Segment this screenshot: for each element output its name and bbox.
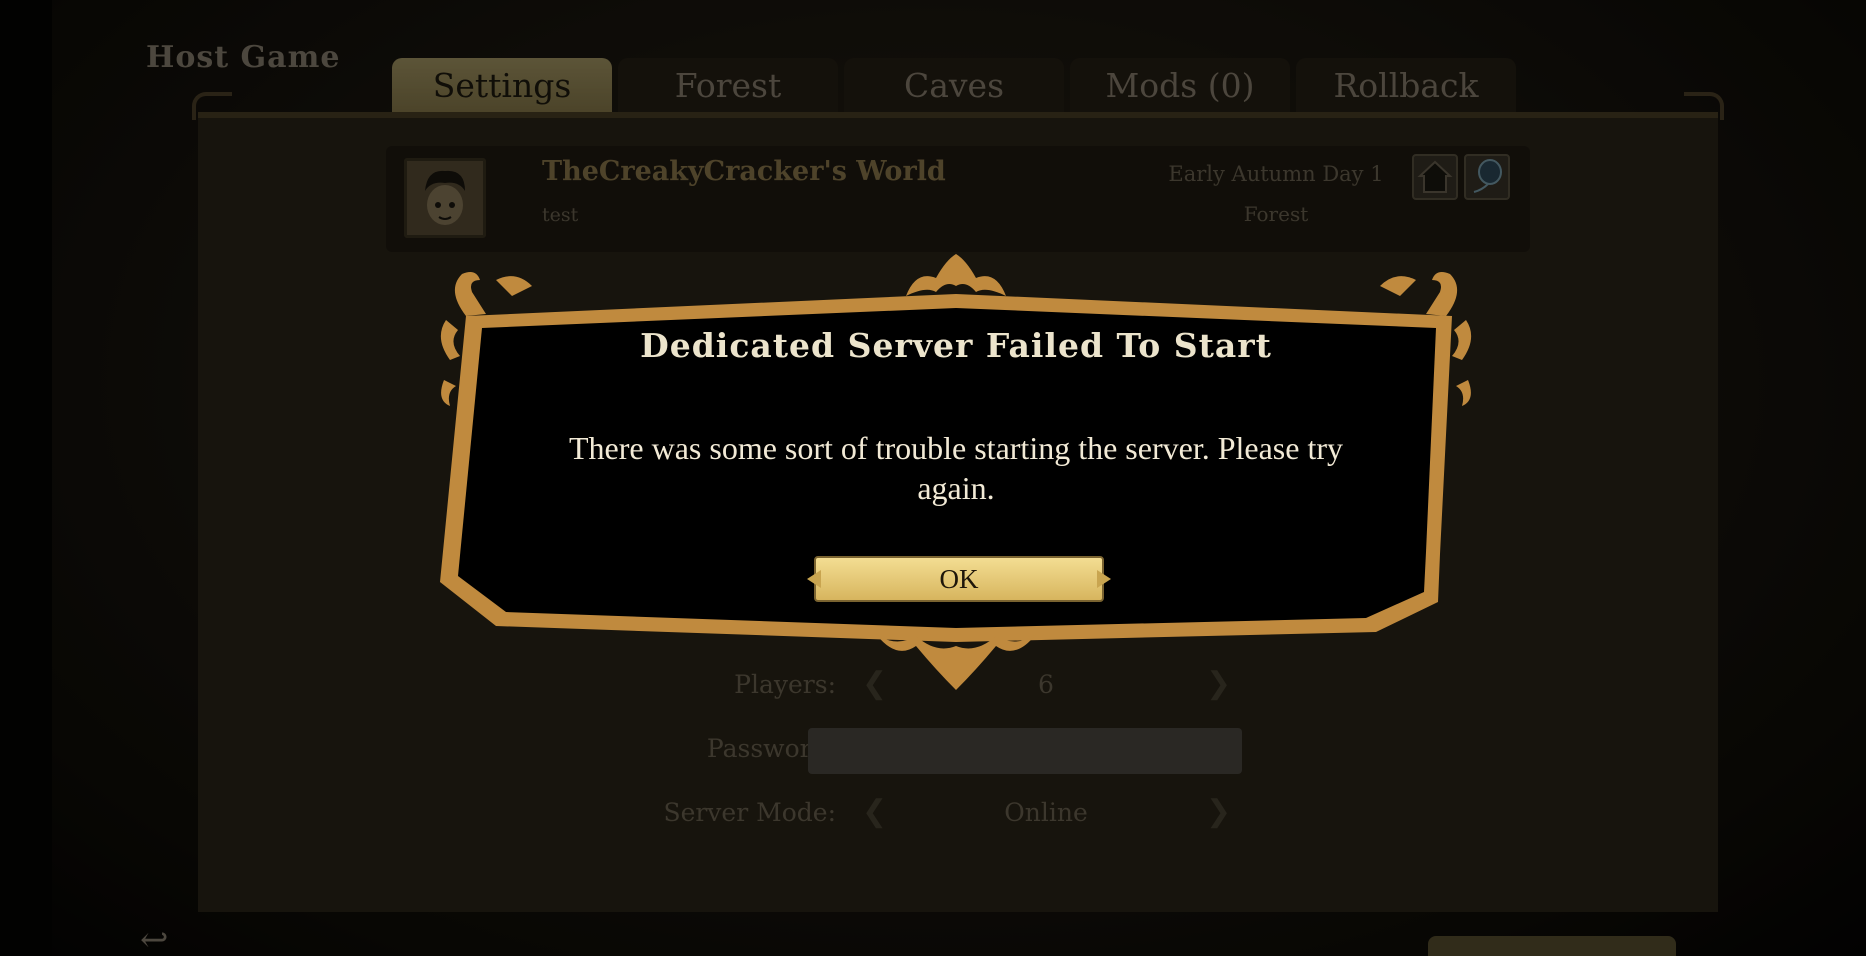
dialog-message: There was some sort of trouble starting … [569,430,1343,506]
error-dialog: Dedicated Server Failed To Start There w… [436,250,1476,690]
ok-button[interactable]: OK [814,556,1104,602]
dialog-title: Dedicated Server Failed To Start [640,326,1272,365]
